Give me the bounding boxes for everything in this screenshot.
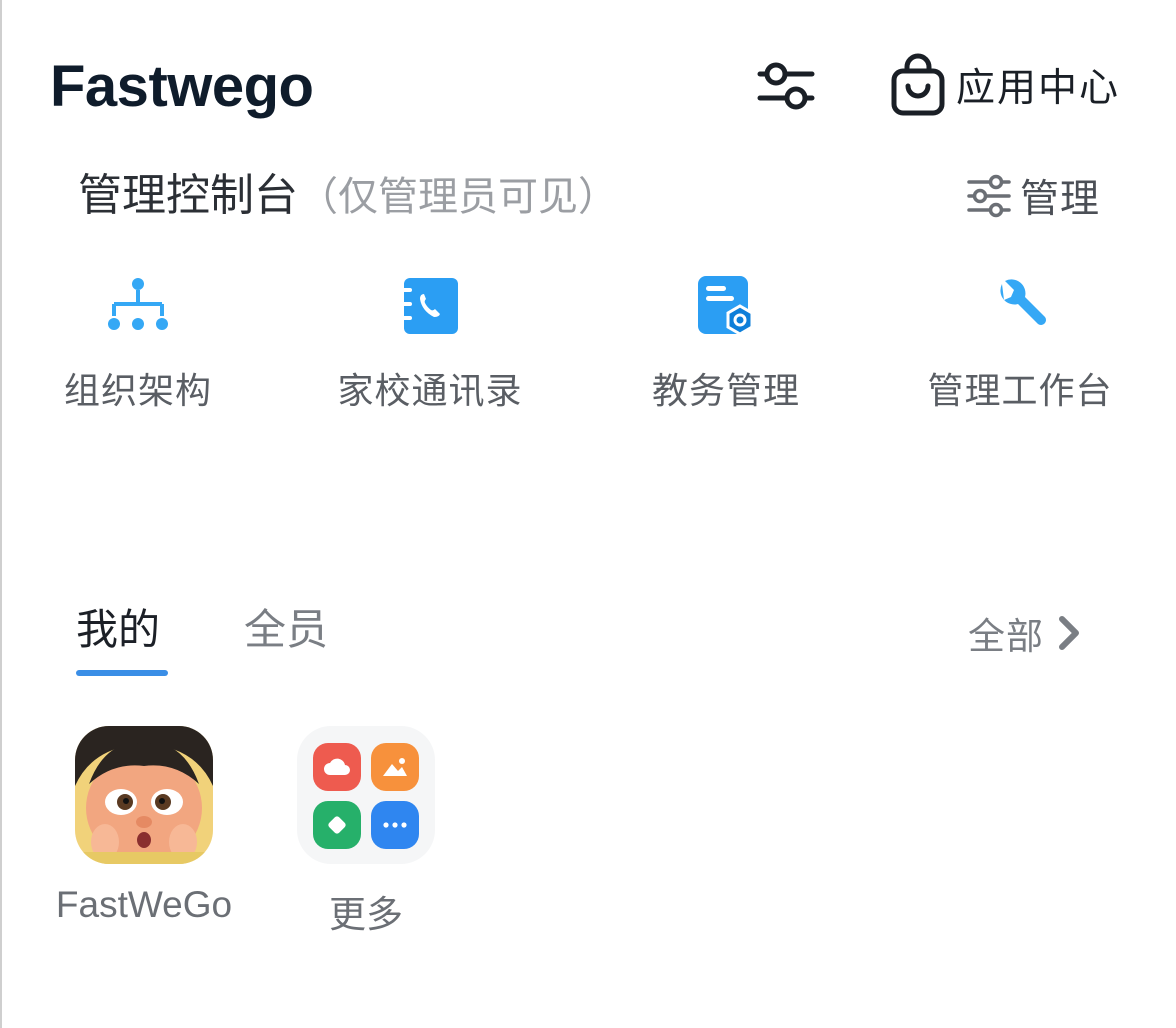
- shopping-bag-icon: [891, 53, 945, 116]
- fastwego-app-label: FastWeGo: [55, 884, 233, 925]
- image-icon: [371, 743, 419, 791]
- school-contacts-item[interactable]: 家校通讯录: [310, 270, 550, 414]
- window-left-edge: [0, 0, 2, 1028]
- chevron-right-icon: [1059, 616, 1079, 650]
- contacts-icon: [400, 278, 458, 334]
- manage-button[interactable]: 管理: [966, 170, 1100, 222]
- wrench-icon: [1000, 279, 1046, 325]
- diamond-icon: [313, 801, 361, 849]
- app-more[interactable]: 更多: [266, 726, 466, 938]
- app-fastwego[interactable]: FastWeGo: [44, 726, 244, 926]
- active-tab-indicator: [76, 670, 168, 676]
- tab-mine[interactable]: 我的: [76, 600, 160, 660]
- admin-console-title: 管理控制台: [78, 171, 298, 220]
- academic-affairs-item[interactable]: 教务管理: [606, 270, 846, 414]
- fastwego-avatar-icon: [75, 726, 213, 864]
- manage-label: 管理: [1020, 178, 1101, 221]
- cloud-icon: [313, 743, 361, 791]
- view-all-label: 全部: [968, 616, 1044, 657]
- app-center-label: 应用中心: [956, 67, 1121, 110]
- academic-affairs-label: 教务管理: [651, 370, 800, 411]
- sliders-icon: [757, 62, 815, 110]
- adjust-icon: [967, 174, 1011, 218]
- tab-all-members[interactable]: 全员: [244, 600, 328, 660]
- admin-workbench-label: 管理工作台: [927, 370, 1113, 411]
- more-apps-icon: [297, 726, 435, 864]
- admin-console-grid: 组织架构 家校通讯录 教务管理 管理工作台: [0, 270, 1176, 420]
- org-chart-icon: [108, 278, 168, 330]
- app-title: Fastwego: [50, 54, 314, 119]
- filter-settings-button[interactable]: [752, 56, 820, 116]
- org-structure-item[interactable]: 组织架构: [18, 270, 258, 414]
- admin-workbench-item[interactable]: 管理工作台: [900, 270, 1140, 414]
- more-app-label: 更多: [329, 894, 403, 935]
- admin-console-heading: 管理控制台（仅管理员可见）: [78, 168, 618, 225]
- view-all-link[interactable]: 全部: [968, 604, 1086, 662]
- ellipsis-icon: [371, 801, 419, 849]
- admin-only-note: （仅管理员可见）: [298, 175, 618, 219]
- org-structure-label: 组织架构: [63, 370, 212, 411]
- app-center-button[interactable]: 应用中心: [888, 52, 1120, 118]
- school-contacts-label: 家校通讯录: [337, 370, 523, 411]
- academic-settings-icon: [698, 276, 754, 336]
